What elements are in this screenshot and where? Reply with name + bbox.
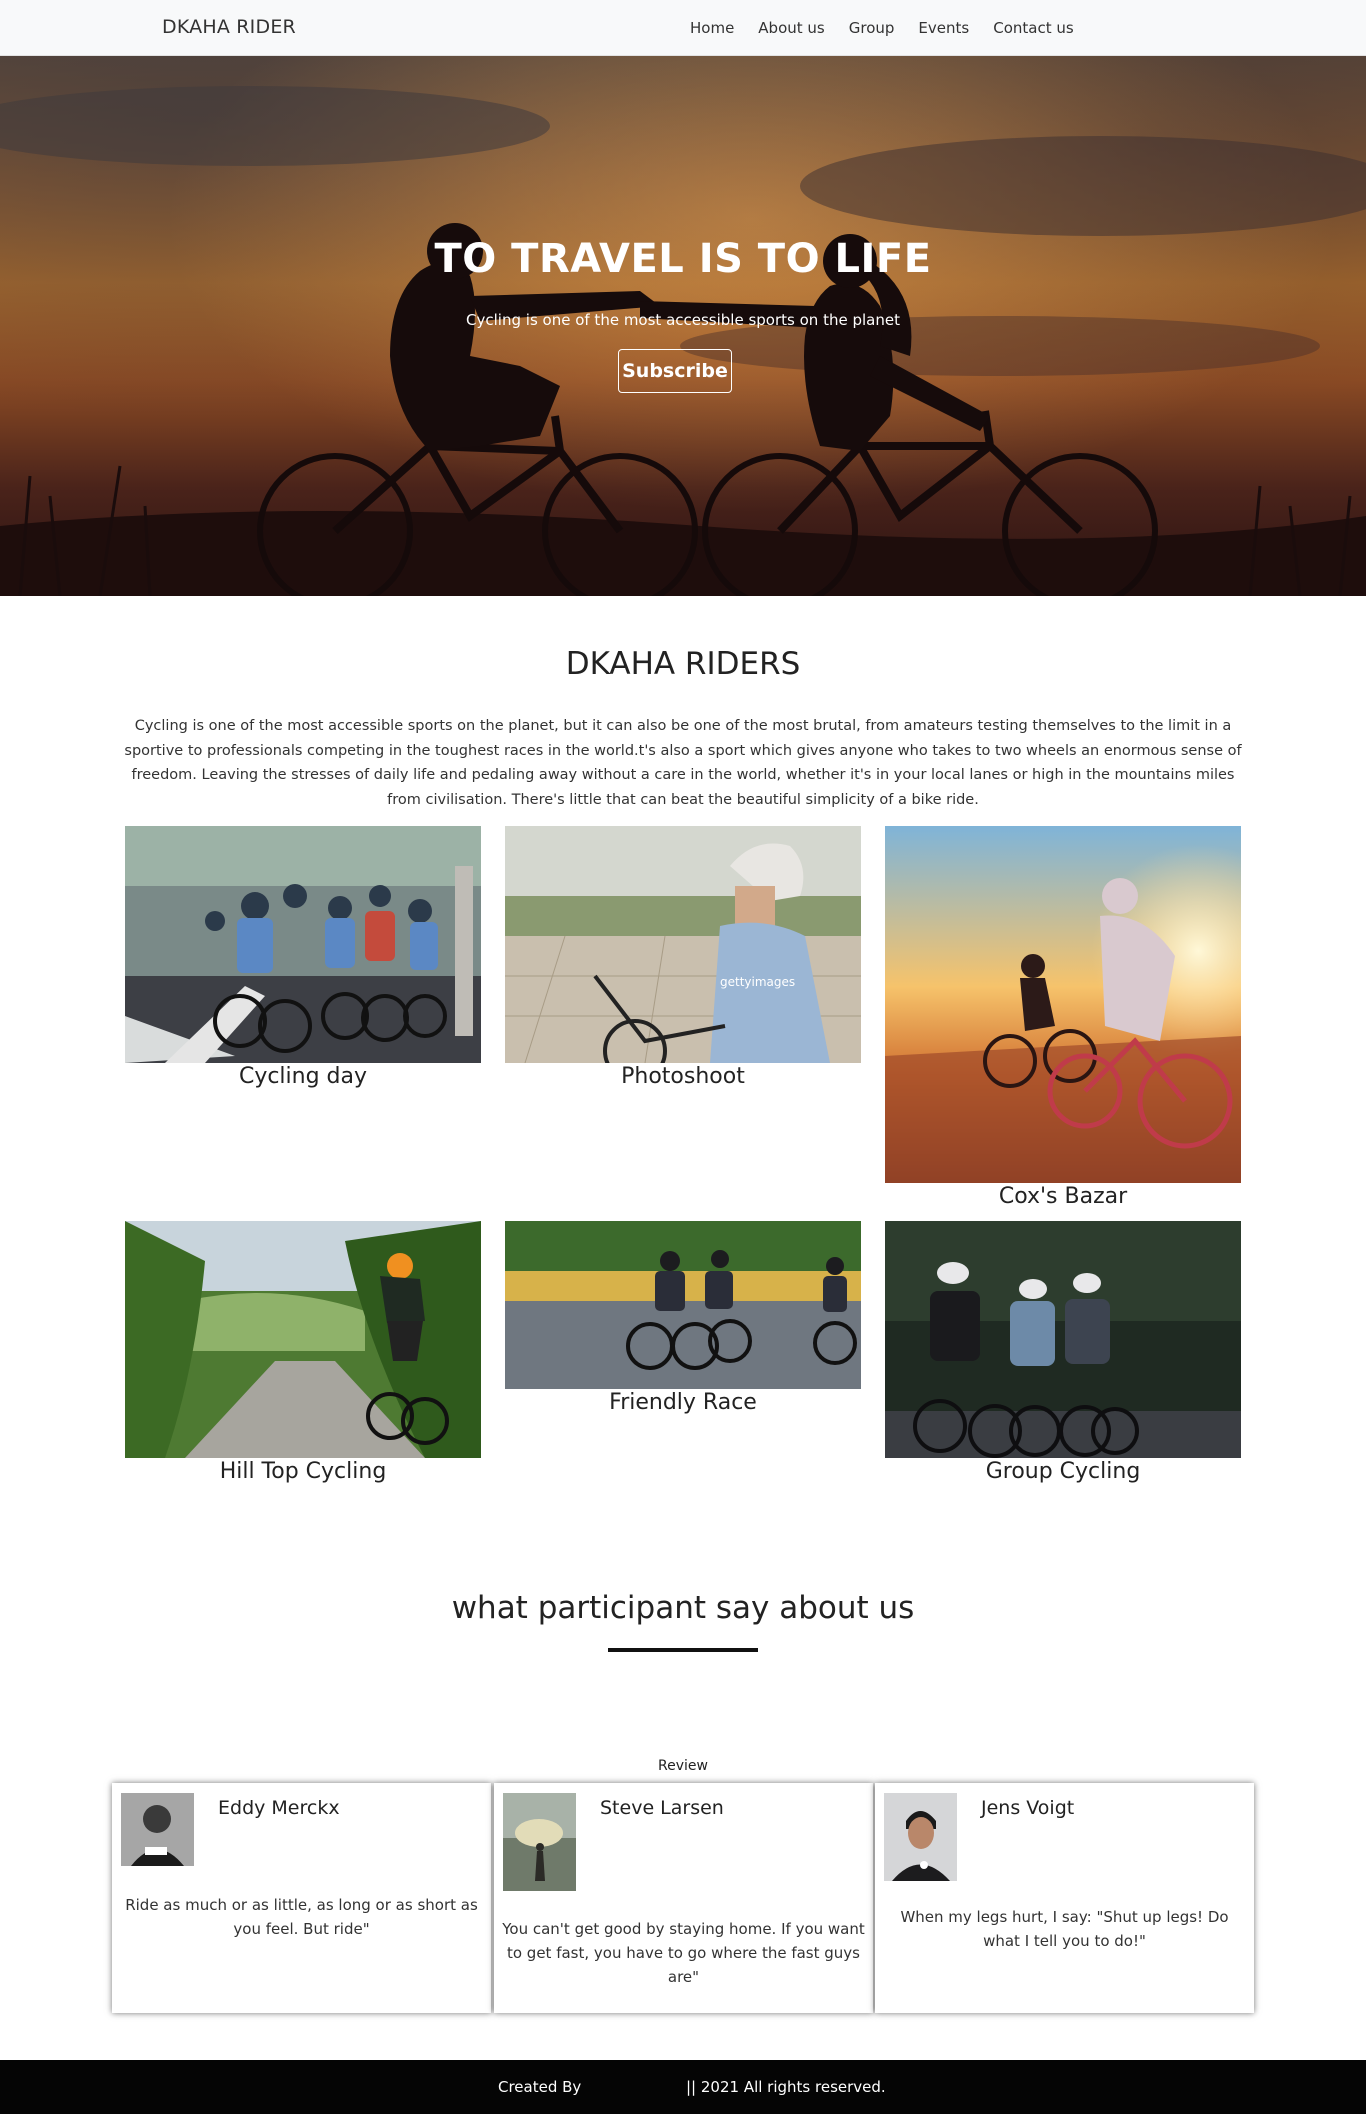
review-card: Eddy Merckx Ride as much or as little, a… — [112, 1783, 491, 2013]
avatar — [503, 1793, 576, 1891]
nav-group-link[interactable]: Group — [849, 19, 895, 37]
testimonials-title: what participant say about us — [451, 1590, 915, 1626]
gallery-image-hill-top-cycling — [125, 1221, 481, 1458]
gallery-caption: Photoshoot — [621, 1064, 745, 1089]
gallery-card[interactable]: Cox's Bazar — [885, 826, 1241, 1224]
nav-about-link[interactable]: About us — [758, 19, 824, 37]
avatar — [884, 1793, 957, 1881]
hero-banner: TO TRAVEL IS TO LIFE Cycling is one of t… — [0, 56, 1366, 596]
gallery-image-group-cycling — [885, 1221, 1241, 1458]
review-quote: When my legs hurt, I say: "Shut up legs!… — [900, 1908, 1229, 1950]
title-underline-divider — [608, 1648, 758, 1652]
gallery-image-friendly-race — [505, 1221, 861, 1389]
nav-contact-link[interactable]: Contact us — [993, 19, 1073, 37]
avatar — [121, 1793, 194, 1866]
review-card: Jens Voigt When my legs hurt, I say: "Sh… — [875, 1783, 1254, 2013]
gallery-caption: Hill Top Cycling — [219, 1459, 387, 1484]
gallery-card[interactable]: Hill Top Cycling — [125, 1221, 481, 1501]
section-description: Cycling is one of the most accessible sp… — [124, 718, 1242, 808]
review-card: Steve Larsen You can't get good by stayi… — [494, 1783, 873, 2013]
footer-created-by: Created By — [498, 2078, 582, 2096]
hero-title: TO TRAVEL IS TO LIFE — [434, 236, 932, 282]
gallery-card[interactable]: Group Cycling — [885, 1221, 1241, 1501]
reviewer-name: Steve Larsen — [600, 1797, 724, 1819]
gallery-card[interactable]: Friendly Race — [505, 1221, 861, 1431]
gettyimages-watermark: gettyimages — [720, 975, 795, 989]
reviewer-name: Jens Voigt — [981, 1797, 1075, 1819]
gallery-card[interactable]: Cycling day — [125, 826, 481, 1106]
gallery-caption: Cycling day — [238, 1064, 368, 1089]
gallery-image-coxs-bazar — [885, 826, 1241, 1183]
nav-events-link[interactable]: Events — [918, 19, 969, 37]
nav-home-link[interactable]: Home — [690, 19, 734, 37]
gallery-caption: Friendly Race — [609, 1390, 757, 1415]
review-label: Review — [658, 1758, 708, 1774]
navbar: DKAHA RIDER Home About us Group Events C… — [0, 0, 1366, 56]
nav-menu: Home About us Group Events Contact us — [690, 19, 1098, 37]
footer: Created By || 2021 All rights reserved. — [0, 2060, 1366, 2114]
gallery-caption: Group Cycling — [985, 1459, 1141, 1484]
brand-logo[interactable]: DKAHA RIDER — [162, 16, 296, 38]
gallery-image-photoshoot: gettyimages — [505, 826, 861, 1063]
hero-subtitle: Cycling is one of the most accessible sp… — [466, 311, 900, 329]
review-quote: You can't get good by staying home. If y… — [502, 1920, 865, 1986]
section-title: DKAHA RIDERS — [565, 646, 801, 682]
gallery-caption: Cox's Bazar — [998, 1184, 1128, 1209]
subscribe-button[interactable]: Subscribe — [618, 349, 732, 393]
footer-copyright: || 2021 All rights reserved. — [686, 2078, 886, 2096]
gallery-image-cycling-day — [125, 826, 481, 1063]
reviewer-name: Eddy Merckx — [218, 1797, 340, 1819]
review-quote: Ride as much or as little, as long or as… — [125, 1896, 478, 1938]
gallery-card[interactable]: gettyimages Photoshoot — [505, 826, 861, 1106]
